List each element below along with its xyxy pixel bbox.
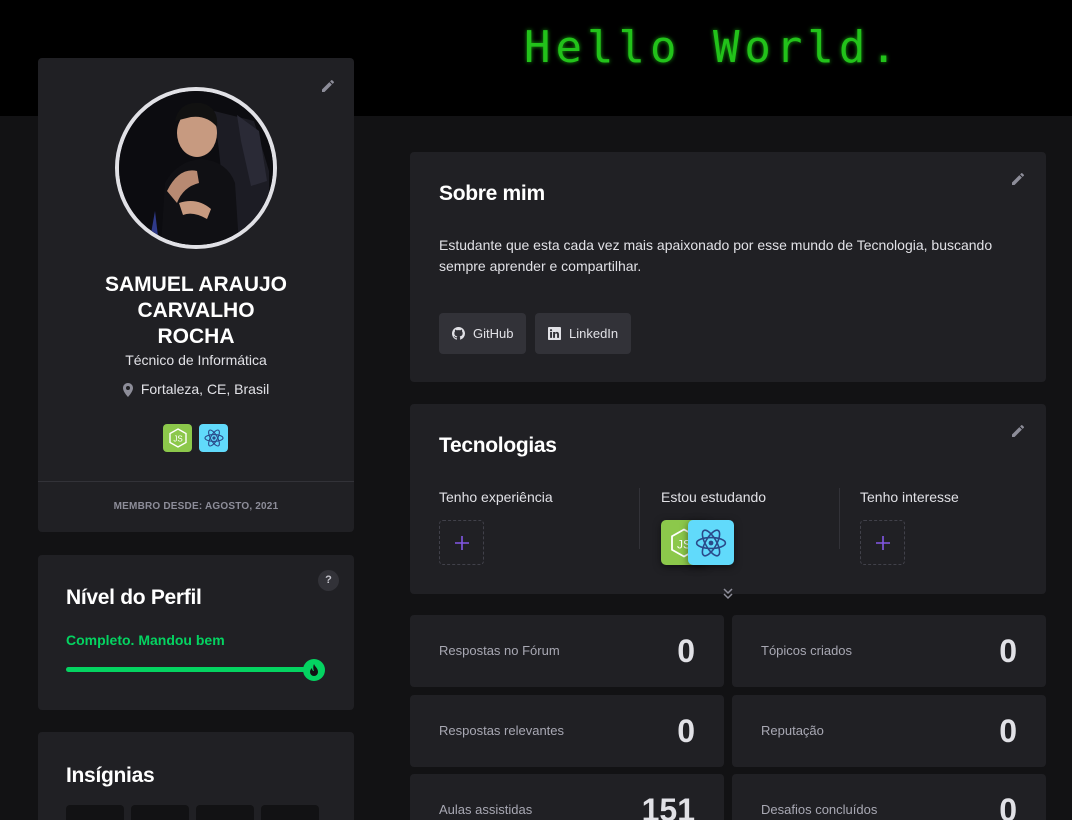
- add-experience-button[interactable]: [439, 520, 484, 565]
- pencil-icon: [322, 79, 335, 92]
- help-button[interactable]: ?: [318, 570, 339, 591]
- linkedin-label: LinkedIn: [569, 326, 619, 341]
- technologies-title: Tecnologias: [439, 434, 557, 457]
- stat-card-challenges-completed: Desafios concluídos 0: [732, 774, 1046, 820]
- profile-divider: [38, 481, 354, 482]
- studying-tech-stack: JS: [661, 520, 741, 566]
- stat-label: Respostas relevantes: [439, 723, 565, 738]
- member-since: MEMBRO DESDE: AGOSTO, 2021: [113, 501, 279, 512]
- level-progress-fill: [66, 667, 322, 672]
- badges-title: Insígnias: [66, 764, 155, 787]
- about-text: Estudante que esta cada vez mais apaixon…: [439, 237, 993, 274]
- github-link[interactable]: GitHub: [439, 313, 527, 354]
- double-chevron-down-icon[interactable]: [721, 587, 735, 601]
- stat-label: Tópicos criados: [761, 643, 853, 658]
- profile-location: Fortaleza, CE, Brasil: [38, 381, 354, 398]
- stat-card-forum-answers: Respostas no Fórum 0: [410, 615, 724, 687]
- stat-value: 0: [999, 713, 1017, 749]
- about-card: Sobre mim Estudante que esta cada vez ma…: [410, 152, 1046, 382]
- edit-about-button[interactable]: [1010, 171, 1026, 187]
- stat-card-reputation: Reputação 0: [732, 695, 1046, 767]
- tech-column-divider: [639, 488, 640, 549]
- tech-column-studying-title: Estou estudando: [661, 489, 767, 505]
- badge-slot[interactable]: [66, 805, 124, 820]
- stat-value: 151: [641, 792, 695, 820]
- profile-level-card: Nível do Perfil ? Completo. Mandou bem: [38, 555, 354, 710]
- location-pin-icon: [122, 383, 133, 398]
- linkedin-icon: [548, 327, 561, 340]
- stat-card-lessons-watched: Aulas assistidas 151: [410, 774, 724, 820]
- pencil-icon: [1012, 424, 1025, 437]
- stat-label: Desafios concluídos: [761, 802, 878, 817]
- about-title: Sobre mim: [439, 182, 545, 205]
- stat-card-relevant-answers: Respostas relevantes 0: [410, 695, 724, 767]
- stat-label: Aulas assistidas: [439, 802, 533, 817]
- plus-icon: [454, 535, 469, 550]
- stat-card-topics-created: Tópicos criados 0: [732, 615, 1046, 687]
- stat-value: 0: [999, 633, 1017, 669]
- plus-icon: [875, 535, 890, 550]
- react-icon[interactable]: [688, 520, 734, 565]
- add-interest-button[interactable]: [860, 520, 905, 565]
- badge-slot[interactable]: [131, 805, 189, 820]
- svg-text:JS: JS: [173, 435, 182, 444]
- linkedin-link[interactable]: LinkedIn: [535, 313, 632, 354]
- stat-value: 0: [677, 713, 695, 749]
- badge-slot[interactable]: [196, 805, 254, 820]
- pencil-icon: [1012, 172, 1025, 185]
- banner-text: Hello World.: [524, 22, 902, 73]
- edit-technologies-button[interactable]: [1010, 423, 1026, 439]
- react-icon[interactable]: [199, 424, 228, 452]
- avatar-photo: [119, 91, 273, 245]
- badge-slot[interactable]: [261, 805, 319, 820]
- tech-column-divider: [839, 488, 840, 549]
- profile-name: SAMUEL ARAUJO CARVALHO ROCHA: [104, 273, 288, 348]
- stat-value: 0: [999, 792, 1017, 820]
- technologies-card: Tecnologias Tenho experiência Estou estu…: [410, 404, 1046, 594]
- level-progress-track: [66, 667, 322, 672]
- level-title: Nível do Perfil: [66, 586, 202, 609]
- tech-column-experience-title: Tenho experiência: [439, 489, 553, 505]
- node-icon[interactable]: JS: [163, 424, 192, 452]
- github-icon: [452, 327, 465, 340]
- profile-role: Técnico de Informática: [125, 352, 267, 368]
- stat-value: 0: [677, 633, 695, 669]
- badge-slots: [66, 805, 319, 820]
- github-label: GitHub: [473, 326, 514, 341]
- tech-column-interest-title: Tenho interesse: [860, 489, 959, 505]
- avatar: [115, 87, 277, 249]
- profile-tech-icons: JS: [163, 424, 228, 452]
- profile-card: SAMUEL ARAUJO CARVALHO ROCHA Técnico de …: [38, 58, 354, 532]
- badges-card: Insígnias: [38, 732, 354, 820]
- stat-label: Reputação: [761, 723, 824, 738]
- stat-label: Respostas no Fórum: [439, 643, 560, 658]
- fire-icon: [303, 659, 325, 681]
- edit-profile-button[interactable]: [320, 78, 336, 94]
- profile-location-text: Fortaleza, CE, Brasil: [140, 381, 270, 397]
- level-status: Completo. Mandou bem: [66, 632, 225, 648]
